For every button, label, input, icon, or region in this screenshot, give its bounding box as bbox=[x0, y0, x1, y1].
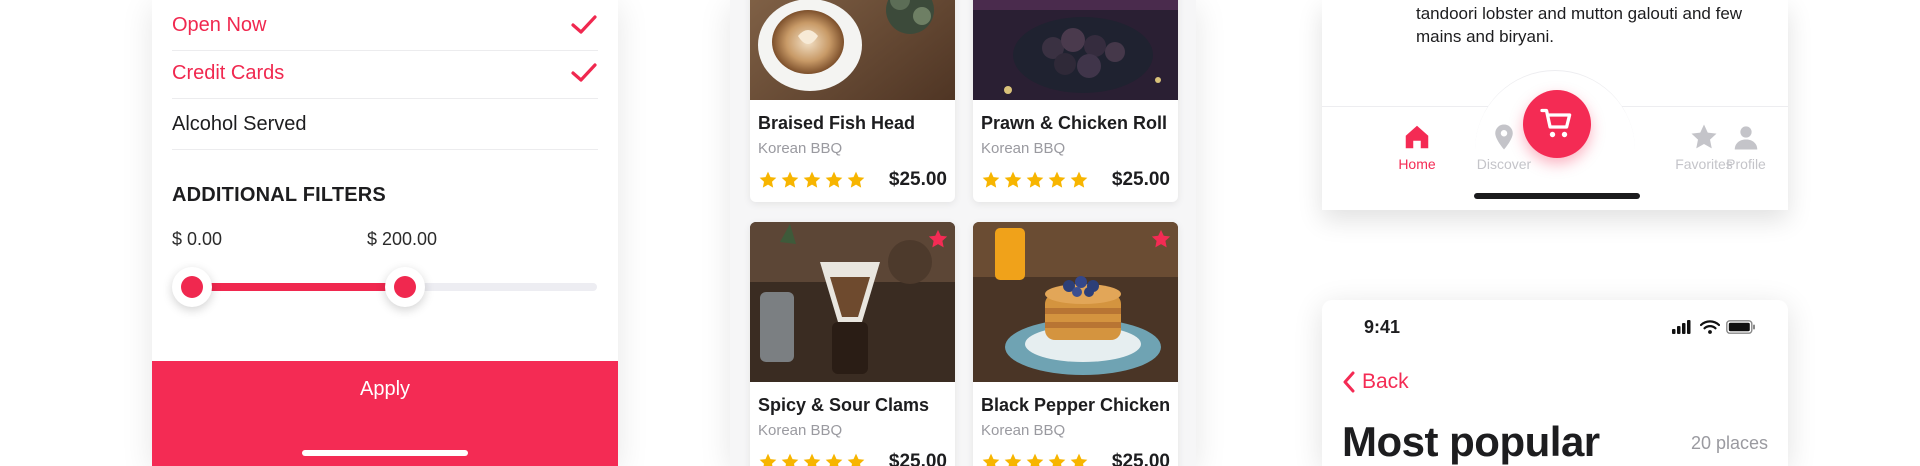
star-icon bbox=[781, 453, 799, 466]
star-icon bbox=[847, 171, 865, 188]
food-card[interactable]: Black Pepper Chicken Korean BBQ $25.00 bbox=[973, 222, 1178, 466]
star-icon bbox=[982, 453, 1000, 466]
battery-icon bbox=[1726, 320, 1755, 334]
food-card-subtitle: Korean BBQ bbox=[758, 422, 843, 439]
star-icon bbox=[1048, 453, 1066, 466]
filter-option-label: Alcohol Served bbox=[172, 112, 307, 135]
status-icons bbox=[1672, 320, 1756, 334]
filter-option-open-now[interactable]: Open Now bbox=[172, 0, 598, 51]
wifi-icon bbox=[1700, 320, 1720, 334]
food-card-title: Spicy & Sour Clams bbox=[758, 395, 930, 415]
filter-option-label: Credit Cards bbox=[172, 61, 285, 84]
food-card[interactable]: Prawn & Chicken Roll Korean BBQ $25.00 bbox=[973, 0, 1178, 202]
food-photo-pancakes bbox=[973, 222, 1178, 382]
map-pin-icon bbox=[1495, 124, 1513, 150]
star-icon bbox=[1070, 171, 1088, 188]
most-popular-panel: 9:41 Back Most popular 20 places bbox=[1322, 300, 1788, 466]
rating-stars bbox=[981, 452, 1089, 466]
price-min-label: $ 0.00 bbox=[172, 229, 223, 249]
food-card-subtitle: Korean BBQ bbox=[981, 422, 1066, 439]
checkmark-icon bbox=[571, 15, 597, 34]
home-icon bbox=[1405, 125, 1429, 149]
home-indicator bbox=[302, 450, 468, 456]
food-photo-pour-over bbox=[750, 222, 955, 382]
filter-option-alcohol-served[interactable]: Alcohol Served bbox=[172, 99, 598, 150]
star-icon bbox=[1026, 453, 1044, 466]
price-slider-max-thumb[interactable] bbox=[385, 267, 425, 307]
star-icon bbox=[1004, 453, 1022, 466]
food-card-price: $25.00 bbox=[888, 169, 947, 190]
star-icon bbox=[1070, 453, 1088, 466]
page-title: Most popular bbox=[1342, 418, 1600, 465]
star-icon bbox=[759, 171, 777, 188]
rating-stars bbox=[758, 452, 866, 466]
restaurant-description: tandoori lobster and mutton galouti and … bbox=[1416, 4, 1743, 46]
favorite-star-icon[interactable] bbox=[927, 228, 949, 250]
food-card-title: Black Pepper Chicken bbox=[981, 395, 1171, 415]
rating-stars bbox=[758, 170, 866, 190]
home-indicator bbox=[1474, 193, 1640, 199]
tab-label: Profile bbox=[1726, 156, 1766, 172]
person-icon bbox=[1734, 126, 1758, 150]
food-grid-panel: Braised Fish Head Korean BBQ $25.00 Praw… bbox=[730, 0, 1196, 466]
apply-button-label: Apply bbox=[359, 378, 411, 400]
tab-home[interactable]: Home bbox=[1372, 122, 1462, 172]
star-icon bbox=[825, 453, 843, 466]
star-icon bbox=[1026, 171, 1044, 188]
star-icon bbox=[803, 171, 821, 188]
food-card-subtitle: Korean BBQ bbox=[758, 140, 843, 157]
tab-discover[interactable]: Discover bbox=[1459, 122, 1549, 172]
star-icon bbox=[803, 453, 821, 466]
tab-label: Home bbox=[1398, 156, 1436, 172]
food-card-title: Braised Fish Head bbox=[758, 113, 916, 133]
star-icon bbox=[759, 453, 777, 466]
food-photo-dessert bbox=[973, 0, 1178, 100]
star-icon bbox=[825, 171, 843, 188]
price-slider-fill bbox=[192, 283, 404, 291]
food-card[interactable]: Braised Fish Head Korean BBQ $25.00 bbox=[750, 0, 955, 202]
tab-label: Discover bbox=[1476, 156, 1532, 172]
section-title: ADDITIONAL FILTERS bbox=[172, 184, 386, 206]
price-max-label: $ 200.00 bbox=[367, 229, 438, 249]
filter-option-credit-cards[interactable]: Credit Cards bbox=[172, 48, 598, 99]
star-icon bbox=[1048, 171, 1066, 188]
star-icon bbox=[1004, 171, 1022, 188]
tab-bar-panel: tandoori lobster and mutton galouti and … bbox=[1322, 0, 1788, 210]
star-icon bbox=[847, 453, 865, 466]
price-slider-min-thumb[interactable] bbox=[172, 267, 212, 307]
food-card[interactable]: Spicy & Sour Clams Korean BBQ $25.00 bbox=[750, 222, 955, 466]
back-button[interactable]: Back bbox=[1342, 370, 1409, 394]
star-icon bbox=[781, 171, 799, 188]
favorite-star-icon[interactable] bbox=[1150, 228, 1172, 250]
food-card-title: Prawn & Chicken Roll bbox=[981, 113, 1168, 133]
checkmark-icon bbox=[571, 63, 597, 82]
food-photo-latte bbox=[750, 0, 955, 100]
places-count: 20 places bbox=[1690, 433, 1768, 453]
chevron-left-icon bbox=[1343, 371, 1355, 393]
rating-stars bbox=[981, 170, 1089, 190]
food-card-price: $25.00 bbox=[1111, 451, 1170, 466]
food-card-price: $25.00 bbox=[1111, 169, 1170, 190]
tab-profile[interactable]: Profile bbox=[1704, 122, 1788, 172]
food-card-subtitle: Korean BBQ bbox=[981, 140, 1066, 157]
status-time: 9:41 bbox=[1364, 317, 1401, 337]
star-icon bbox=[982, 171, 1000, 188]
filter-option-label: Open Now bbox=[172, 13, 267, 36]
food-card-price: $25.00 bbox=[888, 451, 947, 466]
filters-panel: Open Now Credit Cards Alcohol Served ADD… bbox=[152, 0, 618, 466]
signal-icon bbox=[1672, 320, 1691, 334]
back-label: Back bbox=[1362, 370, 1409, 393]
